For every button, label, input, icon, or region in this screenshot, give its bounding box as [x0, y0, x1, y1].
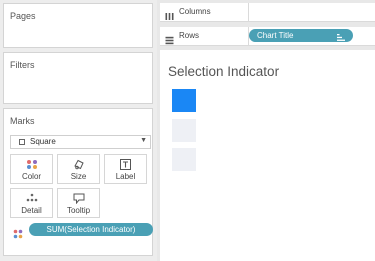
marks-title: Marks: [10, 116, 35, 126]
chart-title-pill[interactable]: Chart Title: [249, 29, 353, 42]
mark-type-dropdown[interactable]: Square ▼: [10, 135, 151, 149]
filters-card[interactable]: Filters: [3, 52, 153, 104]
label-button-label: Label: [115, 172, 136, 181]
color-field-pill[interactable]: SUM(Selection Indicator): [29, 223, 153, 236]
columns-shelf[interactable]: Columns: [160, 3, 375, 22]
mark-type-label: Square: [30, 137, 56, 146]
detail-button[interactable]: Detail: [10, 188, 53, 218]
rows-label: Rows: [179, 31, 200, 40]
color-field-row: SUM(Selection Indicator): [10, 223, 153, 239]
sort-icon[interactable]: [337, 32, 345, 41]
worksheet-view: Selection Indicator: [160, 50, 375, 261]
tooltip-icon: [58, 193, 99, 204]
left-panel: Pages Filters Marks Square ▼ Color Size …: [0, 0, 157, 261]
detail-dots-icon: [11, 193, 52, 203]
size-button[interactable]: Size: [57, 154, 100, 184]
square-mark[interactable]: [172, 148, 196, 171]
rows-shelf[interactable]: Rows Chart Title: [160, 27, 375, 46]
color-button[interactable]: Color: [10, 154, 53, 184]
shelf-divider: [248, 3, 249, 22]
label-button[interactable]: Label: [104, 154, 147, 184]
detail-button-label: Detail: [21, 206, 42, 215]
pages-title: Pages: [10, 11, 36, 21]
label-t-icon: [105, 158, 146, 170]
square-mark[interactable]: [172, 89, 196, 112]
pages-card[interactable]: Pages: [3, 3, 153, 48]
tooltip-button[interactable]: Tooltip: [57, 188, 100, 218]
square-mark[interactable]: [172, 119, 196, 142]
marks-card: Marks Square ▼ Color Size Label Detail T…: [3, 108, 153, 256]
chevron-down-icon: ▼: [140, 137, 147, 144]
color-dots-icon: [13, 226, 23, 239]
size-icon: [58, 159, 99, 169]
filters-title: Filters: [10, 60, 35, 70]
square-mark-icon: [19, 139, 25, 145]
color-dots-icon: [11, 159, 52, 169]
columns-label: Columns: [179, 7, 211, 16]
worksheet-title: Selection Indicator: [168, 64, 280, 79]
color-button-label: Color: [21, 172, 42, 181]
size-button-label: Size: [70, 172, 87, 181]
rows-icon: [165, 32, 174, 45]
columns-icon: [165, 8, 174, 20]
chart-title-pill-label: Chart Title: [257, 31, 294, 40]
tooltip-button-label: Tooltip: [66, 206, 91, 215]
